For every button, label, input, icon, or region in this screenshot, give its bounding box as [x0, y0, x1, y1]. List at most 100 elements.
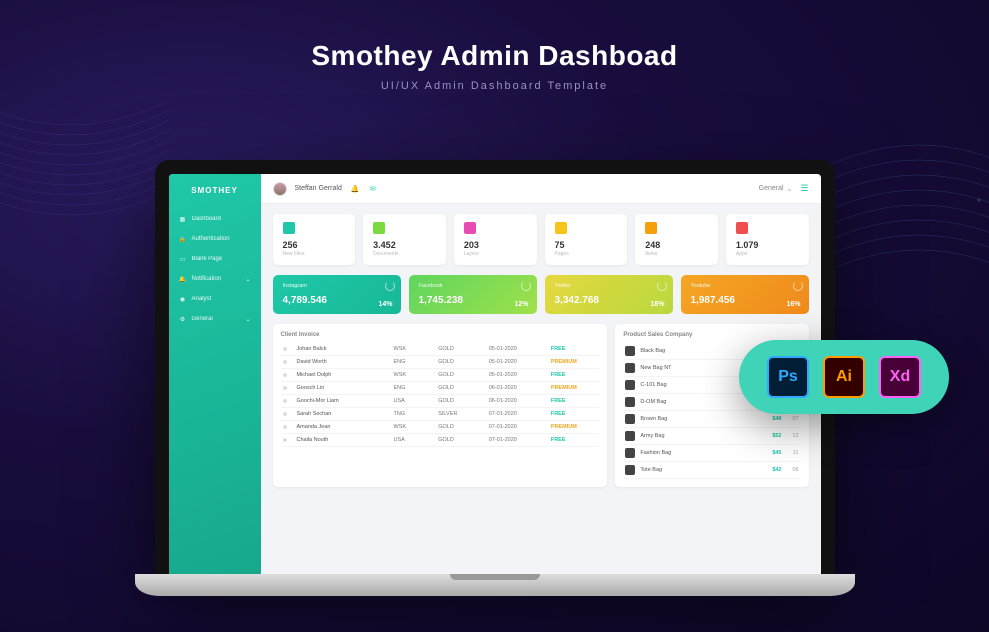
social-card-twitter[interactable]: Twitter3,342.76818% — [545, 275, 673, 314]
social-percent: 18% — [650, 301, 664, 308]
sidebar-item-authentication[interactable]: 🔒Authentication — [169, 229, 261, 249]
client-region: ENG — [394, 385, 435, 391]
stat-card[interactable]: 3.452Documents — [363, 214, 446, 265]
bell-icon[interactable]: 🔔 — [350, 184, 360, 194]
list-item[interactable]: Tote Bag$4208 — [623, 462, 800, 479]
table-row[interactable]: Goochi-Mor LiamUSAGOLD06-01-2020FREE — [281, 395, 600, 408]
product-thumb — [625, 448, 635, 458]
product-thumb — [625, 363, 635, 373]
stat-value: 75 — [555, 240, 618, 250]
nav-icon: 🔔 — [179, 275, 187, 283]
table-row[interactable]: Michael DolphWSKGOLD05-01-2020FREE — [281, 369, 600, 382]
social-card-instagram[interactable]: Instagram4,789.54614% — [273, 275, 401, 314]
stat-label: New Files — [283, 251, 346, 257]
stat-label: Layers — [464, 251, 527, 257]
sidebar-item-general[interactable]: ⚙General⌄ — [169, 309, 261, 329]
username: Steffan Gerrald — [295, 185, 342, 192]
table-row[interactable]: David WorthENGGOLD05-01-2020PREMIUM — [281, 356, 600, 369]
social-name: Youtube — [691, 283, 799, 289]
row-dot — [283, 425, 287, 429]
table-row[interactable]: Johan BalckWSKGOLD05-01-2020FREE — [281, 343, 600, 356]
stat-card[interactable]: 203Layers — [454, 214, 537, 265]
stat-icon — [645, 222, 657, 234]
social-value: 3,342.768 — [555, 295, 663, 306]
sidebar-item-notification[interactable]: 🔔Notification⌄ — [169, 269, 261, 289]
table-row[interactable]: Amanda JeanWSKGOLD07-01-2020PREMIUM — [281, 421, 600, 434]
table-row[interactable]: Sarah SechanTNGSILVER07-01-2020FREE — [281, 408, 600, 421]
product-price: $45 — [764, 450, 782, 456]
nav-icon: ⚙ — [179, 315, 187, 323]
hamburger-icon[interactable]: ☰ — [800, 183, 808, 194]
client-name: Michael Dolph — [297, 372, 390, 378]
table-row[interactable]: Goosch LinENGGOLD06-01-2020PREMIUM — [281, 382, 600, 395]
stat-value: 3.452 — [373, 240, 436, 250]
product-name: D-OM Bag — [640, 399, 758, 405]
stat-card[interactable]: 75Pages — [545, 214, 628, 265]
social-name: Instagram — [283, 283, 391, 289]
sidebar-item-analyst[interactable]: ◉Analyst — [169, 289, 261, 309]
illustrator-icon: Ai — [823, 356, 865, 398]
list-item[interactable]: Army Bag$5213 — [623, 428, 800, 445]
client-region: USA — [394, 437, 435, 443]
nav-label: Analyst — [192, 296, 212, 302]
social-card-youtube[interactable]: Youtube1,987.45616% — [681, 275, 809, 314]
client-status: PREMIUM — [551, 424, 598, 430]
social-name: Facebook — [419, 283, 527, 289]
stat-value: 256 — [283, 240, 346, 250]
stat-card[interactable]: 248Items — [635, 214, 718, 265]
product-price: $42 — [764, 467, 782, 473]
nav-label: Authentication — [192, 236, 230, 242]
sidebar-item-dashboard[interactable]: ▦Dashboard — [169, 209, 261, 229]
products-title: Product Sales Company — [623, 332, 800, 338]
avatar[interactable] — [273, 182, 287, 196]
nav-icon: ▭ — [179, 255, 187, 263]
stat-card[interactable]: 256New Files — [273, 214, 356, 265]
progress-ring-icon — [793, 281, 803, 291]
product-name: Tote Bag — [640, 467, 758, 473]
stat-label: Pages — [555, 251, 618, 257]
client-name: Amanda Jean — [297, 424, 390, 430]
client-status: PREMIUM — [551, 359, 598, 365]
client-region: WSK — [394, 424, 435, 430]
tool-badges: Ps Ai Xd — [739, 340, 949, 414]
client-status: FREE — [551, 398, 598, 404]
row-dot — [283, 412, 287, 416]
mail-icon[interactable]: ✉ — [368, 184, 378, 194]
stat-icon — [283, 222, 295, 234]
stat-icon — [555, 222, 567, 234]
sidebar-item-blank-page[interactable]: ▭ Blank Page — [169, 249, 261, 269]
stat-card[interactable]: 1.079Apps — [726, 214, 809, 265]
laptop-mockup: SMOTHEY ▦Dashboard🔒Authentication▭Blank … — [155, 160, 835, 596]
hero-subtitle: UI/UX Admin Dashboard Template — [0, 80, 989, 92]
nav-label: Blank Page — [192, 256, 223, 262]
general-label: General — [759, 185, 784, 192]
stat-value: 203 — [464, 240, 527, 250]
client-date: 06-01-2020 — [489, 398, 547, 404]
stat-icon — [736, 222, 748, 234]
table-row[interactable]: Chaila NouthUSAGOLD07-01-2020FREE — [281, 434, 600, 447]
client-date: 05-01-2020 — [489, 359, 547, 365]
nav-label: Notification — [192, 276, 222, 282]
client-name: Chaila Nouth — [297, 437, 390, 443]
row-dot — [283, 373, 287, 377]
client-grade: SILVER — [438, 411, 485, 417]
client-status: FREE — [551, 372, 598, 378]
social-value: 4,789.546 — [283, 295, 391, 306]
client-grade: GOLD — [438, 424, 485, 430]
social-value: 1,745.238 — [419, 295, 527, 306]
client-date: 05-01-2020 — [489, 346, 547, 352]
list-item[interactable]: Fashion Bag$4511 — [623, 445, 800, 462]
client-date: 06-01-2020 — [489, 385, 547, 391]
progress-ring-icon — [385, 281, 395, 291]
progress-ring-icon — [657, 281, 667, 291]
stat-value: 1.079 — [736, 240, 799, 250]
general-dropdown[interactable]: General ⌄ — [759, 185, 793, 193]
product-name: Fashion Bag — [640, 450, 758, 456]
hero: Smothey Admin Dashboad UI/UX Admin Dashb… — [0, 0, 989, 92]
stat-value: 248 — [645, 240, 708, 250]
product-thumb — [625, 465, 635, 475]
client-region: WSK — [394, 372, 435, 378]
sidebar: SMOTHEY ▦Dashboard🔒Authentication▭Blank … — [169, 174, 261, 574]
client-status: FREE — [551, 437, 598, 443]
social-card-facebook[interactable]: Facebook1,745.23812% — [409, 275, 537, 314]
